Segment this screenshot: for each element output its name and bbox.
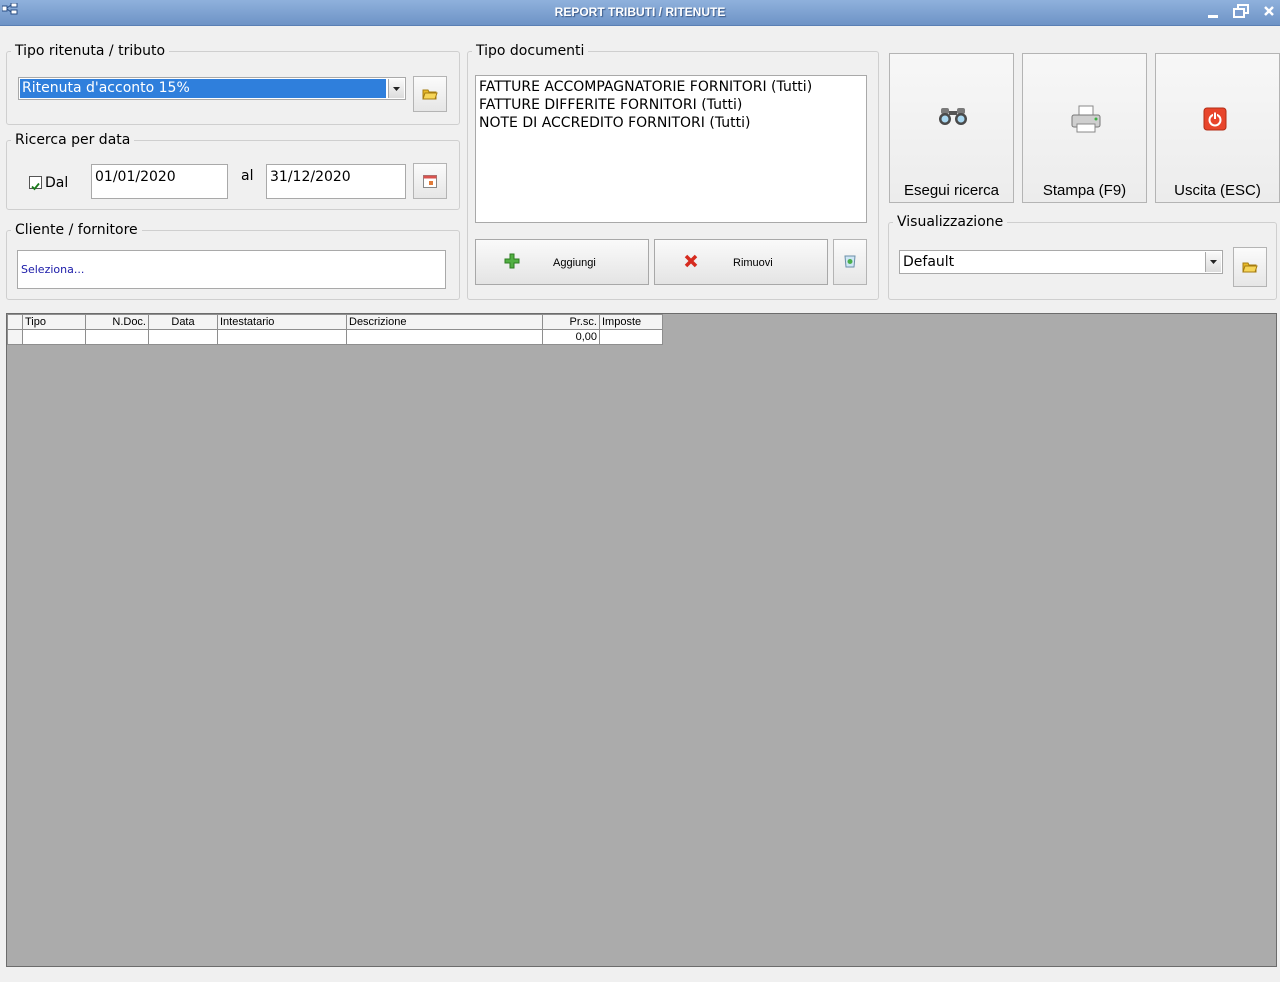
rimuovi-label: Rimuovi [733, 257, 773, 269]
visualizzazione-value: Default [903, 254, 955, 270]
tipo-ritenuta-select[interactable]: Ritenuta d'acconto 15% [18, 77, 406, 100]
esegui-ricerca-label: Esegui ricerca [903, 182, 1000, 199]
grid-header-row: Tipo N.Doc. Data Intestatario Descrizion… [7, 314, 663, 330]
checkmark-icon [31, 182, 40, 191]
tipo-ritenuta-value: Ritenuta d'acconto 15% [22, 80, 190, 96]
dropdown-arrow-button[interactable] [1205, 252, 1221, 272]
tipo-ritenuta-legend: Tipo ritenuta / tributo [15, 43, 166, 59]
aggiungi-label: Aggiungi [553, 257, 596, 269]
visualizzazione-legend: Visualizzazione [897, 214, 1004, 230]
recycle-bin-icon [844, 255, 856, 268]
aggiungi-button[interactable]: Aggiungi [475, 239, 649, 285]
list-item[interactable]: FATTURE ACCOMPAGNATORIE FORNITORI (Tutti… [479, 78, 863, 96]
ricerca-data-legend: Ricerca per data [15, 132, 131, 148]
stampa-button[interactable]: Stampa (F9) [1022, 53, 1147, 203]
cell-data[interactable] [148, 329, 218, 345]
chevron-down-icon [1210, 260, 1217, 264]
column-header-tipo[interactable]: Tipo [22, 314, 86, 330]
results-grid[interactable]: Tipo N.Doc. Data Intestatario Descrizion… [6, 313, 1277, 967]
results-table: Tipo N.Doc. Data Intestatario Descrizion… [7, 314, 663, 345]
date-to-input[interactable]: 31/12/2020 [266, 164, 406, 199]
list-item[interactable]: NOTE DI ACCREDITO FORNITORI (Tutti) [479, 114, 863, 132]
chevron-down-icon [393, 87, 400, 91]
calendar-icon [423, 175, 437, 188]
uscita-label: Uscita (ESC) [1174, 182, 1261, 199]
cliente-placeholder: Seleziona... [21, 263, 85, 276]
list-item[interactable]: FATTURE DIFFERITE FORNITORI (Tutti) [479, 96, 863, 114]
column-header-intestatario[interactable]: Intestatario [217, 314, 347, 330]
cell-prsc[interactable]: 0,00 [542, 329, 600, 345]
table-row[interactable]: 0,00 [7, 329, 663, 345]
cliente-legend: Cliente / fornitore [15, 222, 138, 238]
tipo-documenti-legend: Tipo documenti [476, 43, 585, 59]
column-header-imposte[interactable]: Imposte [599, 314, 663, 330]
binoculars-icon [939, 108, 967, 125]
cell-descrizione[interactable] [346, 329, 543, 345]
dal-checkbox[interactable] [29, 176, 42, 191]
cliente-input[interactable]: Seleziona... [17, 250, 446, 289]
remove-x-icon [684, 254, 698, 268]
date-from-input[interactable]: 01/01/2020 [91, 164, 228, 199]
column-header-prsc[interactable]: Pr.sc. [542, 314, 600, 330]
power-icon [1203, 107, 1227, 131]
minimize-icon[interactable] [1201, 1, 1225, 22]
cell-intestatario[interactable] [217, 329, 347, 345]
column-header-data[interactable]: Data [148, 314, 218, 330]
tipo-ritenuta-browse-button[interactable] [413, 76, 447, 112]
uscita-button[interactable]: Uscita (ESC) [1155, 53, 1280, 203]
column-header-descrizione[interactable]: Descrizione [346, 314, 543, 330]
window-title: REPORT TRIBUTI / RITENUTE [554, 5, 726, 19]
rimuovi-button[interactable]: Rimuovi [654, 239, 828, 285]
folder-icon [1242, 262, 1258, 273]
calendar-button[interactable] [413, 163, 447, 199]
plus-icon [504, 253, 520, 269]
al-label: al [241, 168, 254, 184]
clear-list-button[interactable] [833, 239, 867, 285]
row-indicator-header [7, 314, 23, 330]
title-bar[interactable]: REPORT TRIBUTI / RITENUTE [0, 0, 1280, 26]
cell-tipo[interactable] [22, 329, 86, 345]
close-icon[interactable] [1257, 1, 1280, 22]
column-header-ndoc[interactable]: N.Doc. [85, 314, 149, 330]
esegui-ricerca-button[interactable]: Esegui ricerca [889, 53, 1014, 203]
printer-icon [1071, 105, 1101, 133]
restore-icon[interactable] [1229, 1, 1253, 22]
visualizzazione-browse-button[interactable] [1233, 247, 1267, 287]
visualizzazione-select[interactable]: Default [899, 250, 1223, 274]
folder-icon [422, 89, 438, 100]
stampa-label: Stampa (F9) [1042, 182, 1127, 199]
cell-ndoc[interactable] [85, 329, 149, 345]
date-to-value: 31/12/2020 [270, 169, 351, 185]
dal-label: Dal [45, 175, 69, 191]
date-from-value: 01/01/2020 [95, 169, 176, 185]
row-indicator[interactable] [7, 329, 23, 345]
tipo-documenti-list[interactable]: FATTURE ACCOMPAGNATORIE FORNITORI (Tutti… [475, 75, 867, 223]
dropdown-arrow-button[interactable] [388, 79, 404, 98]
cell-imposte[interactable] [599, 329, 663, 345]
